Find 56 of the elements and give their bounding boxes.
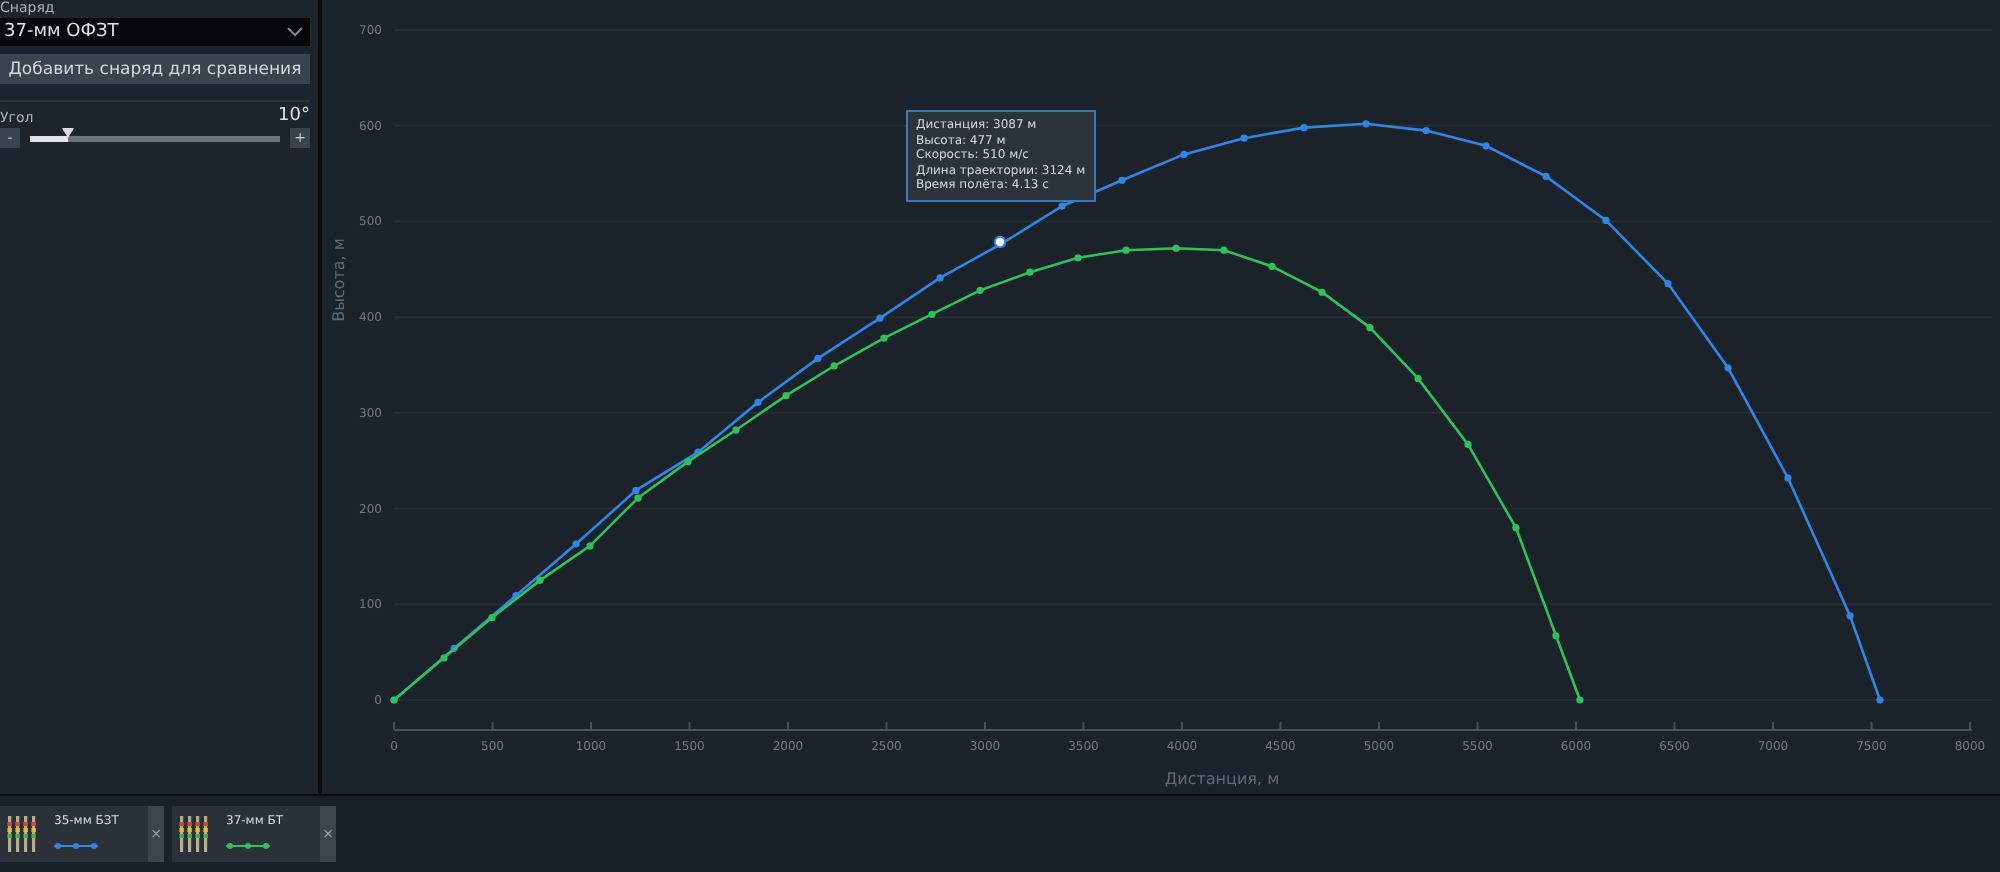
point xyxy=(1876,696,1884,704)
point xyxy=(1240,134,1248,142)
point xyxy=(1026,268,1034,276)
point xyxy=(1220,246,1228,254)
shell-select[interactable]: 37-мм ОФЗТ xyxy=(0,18,310,46)
point xyxy=(976,286,984,294)
point xyxy=(1300,124,1308,132)
point xyxy=(1122,246,1130,254)
point xyxy=(782,392,790,400)
point xyxy=(1058,202,1066,210)
add-shell-button[interactable]: Добавить снаряд для сравнения xyxy=(0,54,310,84)
point xyxy=(936,274,944,282)
point xyxy=(488,614,496,622)
point xyxy=(684,458,692,466)
point xyxy=(1846,612,1854,620)
point xyxy=(1482,142,1490,150)
point xyxy=(634,494,642,502)
legend-line-icon xyxy=(226,842,270,850)
point xyxy=(876,314,884,322)
point xyxy=(814,354,822,362)
angle-value: 10° xyxy=(278,106,310,126)
point xyxy=(1664,280,1672,288)
point xyxy=(1180,150,1188,159)
point xyxy=(572,540,580,548)
point xyxy=(880,334,888,342)
point xyxy=(1318,288,1326,296)
point xyxy=(440,654,448,662)
legend-line-icon xyxy=(54,842,98,850)
y-axis-label: Высота, м xyxy=(330,238,348,322)
slider-thumb[interactable] xyxy=(61,127,74,139)
point xyxy=(1118,176,1126,184)
point xyxy=(1366,324,1374,332)
chevron-down-icon xyxy=(286,26,304,38)
point xyxy=(1414,374,1422,382)
point xyxy=(632,486,640,494)
point xyxy=(1602,216,1610,225)
point xyxy=(1464,440,1472,449)
point xyxy=(1552,632,1560,640)
point xyxy=(586,542,594,550)
point xyxy=(1172,244,1180,252)
point xyxy=(1576,696,1584,704)
x-axis-label: Дистанция, м xyxy=(1164,770,1280,788)
point xyxy=(1268,262,1276,271)
point xyxy=(1512,524,1520,532)
point xyxy=(754,398,762,406)
hover-point-marker xyxy=(993,235,1007,249)
point xyxy=(1542,172,1550,181)
point xyxy=(1074,254,1082,262)
point xyxy=(830,362,838,370)
point xyxy=(928,310,936,318)
point xyxy=(1422,126,1430,135)
point xyxy=(1362,120,1370,128)
point xyxy=(1724,364,1732,372)
point xyxy=(1784,474,1792,482)
point xyxy=(732,426,740,434)
point xyxy=(536,576,544,584)
